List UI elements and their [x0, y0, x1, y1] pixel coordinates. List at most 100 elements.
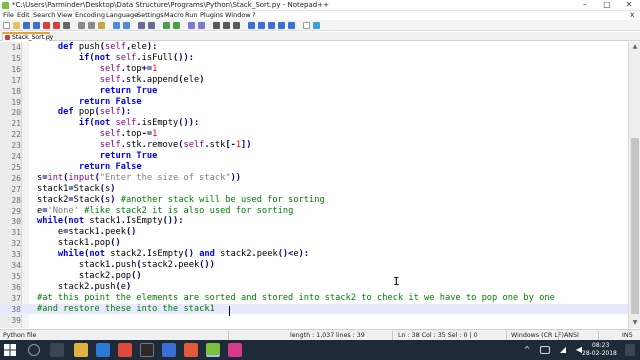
code-line[interactable]: 29 e='None' #like stack2 it is also used … [0, 206, 628, 217]
code-line[interactable]: 32 stack1.pop() [0, 238, 628, 249]
zoom-in-icon[interactable] [163, 22, 170, 29]
sync-horizontal-icon[interactable] [198, 22, 205, 29]
code-text[interactable]: self.stk.remove(self.stk[-1]) [37, 140, 252, 151]
code-line[interactable]: 31 e=stack1.peek() [0, 227, 628, 238]
close-document-icon[interactable]: X [630, 11, 634, 20]
tab-stack-sort[interactable]: Stack_Sort.py [2, 32, 53, 41]
save-all-icon[interactable] [33, 22, 40, 29]
menu-settings[interactable]: Settings [137, 11, 164, 20]
battery-icon[interactable] [540, 346, 550, 354]
menu-macro[interactable]: Macro [164, 11, 184, 20]
menu-run[interactable]: Run [185, 11, 197, 20]
indent-guide-icon[interactable] [233, 22, 240, 29]
code-text[interactable]: stack1=Stack(s) [37, 184, 115, 195]
code-line[interactable]: 39 [0, 315, 628, 326]
code-text[interactable]: def pop(self): [37, 107, 131, 118]
menu-help[interactable]: ? [252, 11, 255, 20]
clock-date[interactable]: 28-02-2018 [582, 350, 617, 358]
clock-time[interactable]: 08:23 [592, 342, 609, 350]
edge-browser-icon[interactable] [96, 343, 110, 357]
code-line[interactable]: 37 #at this point the elements are sorted… [0, 293, 628, 304]
code-line[interactable]: 26 s=int(input("Enter the size of stack")… [0, 173, 628, 184]
close-button[interactable]: ✕ [618, 0, 640, 10]
undo-icon[interactable] [113, 22, 120, 29]
show-all-chars-icon[interactable] [223, 22, 230, 29]
find-icon[interactable] [138, 22, 145, 29]
copy-icon[interactable] [88, 22, 95, 29]
code-line[interactable]: 30 while(not stack1.IsEmpty()): [0, 216, 628, 227]
code-text[interactable]: stack2.pop() [37, 271, 142, 282]
code-line[interactable]: 21 if(not self.isEmpty()): [0, 118, 628, 129]
macro-save-icon[interactable] [288, 22, 295, 29]
powerpoint-icon[interactable] [184, 343, 198, 357]
code-editor[interactable]: 14 def push(self,ele): 15 if(not self.isF… [0, 42, 640, 328]
code-line[interactable]: 14 def push(self,ele): [0, 42, 628, 53]
start-button-windows-icon[interactable] [3, 343, 17, 357]
task-view-icon[interactable] [50, 343, 64, 357]
code-text[interactable]: s=int(input("Enter the size of stack")) [37, 173, 241, 184]
code-line[interactable]: 33 while(not stack2.IsEmpty() and stack2… [0, 249, 628, 260]
code-text[interactable]: e=stack1.peek() [37, 227, 137, 238]
code-text[interactable]: stack2.push(e) [37, 282, 131, 293]
scroll-down-icon[interactable]: ▼ [631, 319, 639, 327]
code-line[interactable]: 17 self.stk.append(ele) [0, 75, 628, 86]
file-explorer-icon[interactable] [74, 343, 88, 357]
code-line[interactable]: 25 return False [0, 162, 628, 173]
macro-play-icon[interactable] [268, 22, 275, 29]
code-text[interactable]: e='None' #like stack2 it is also used fo… [37, 206, 293, 217]
code-text[interactable]: def push(self,ele): [37, 42, 157, 53]
chrome-browser-icon[interactable] [118, 343, 132, 357]
scroll-up-icon[interactable]: ▲ [631, 43, 639, 51]
replace-icon[interactable] [148, 22, 155, 29]
code-text[interactable]: #and restore these into the stack1 [37, 304, 215, 315]
code-line[interactable]: 35 stack2.pop() [0, 271, 628, 282]
vertical-scrollbar[interactable]: ▲ ▼ [628, 42, 640, 328]
code-line[interactable]: 18 return True [0, 86, 628, 97]
code-line[interactable]: 24 return True [0, 151, 628, 162]
paste-icon[interactable] [98, 22, 105, 29]
code-line[interactable]: 15 if(not self.isFull()): [0, 53, 628, 64]
redo-icon[interactable] [123, 22, 130, 29]
command-prompt-icon[interactable] [140, 343, 154, 357]
close-file-icon[interactable] [43, 22, 50, 29]
code-line[interactable]: 23 self.stk.remove(self.stk[-1]) [0, 140, 628, 151]
network-icon[interactable]: ◢ [556, 343, 570, 357]
code-line[interactable]: 38 #and restore these into the stack1 [0, 303, 628, 315]
code-text[interactable]: return True [37, 86, 158, 97]
open-file-icon[interactable] [13, 22, 20, 29]
menu-window[interactable]: Window [225, 11, 251, 20]
menu-view[interactable]: View [57, 11, 72, 20]
code-line[interactable]: 28 stack2=Stack(s) #another stack will be… [0, 195, 628, 206]
code-text[interactable]: return False [37, 162, 142, 173]
zoom-out-icon[interactable] [173, 22, 180, 29]
code-line[interactable]: 34 stack1.push(stack2.peek()) [0, 260, 628, 271]
code-text[interactable]: return True [37, 151, 158, 162]
notifications-icon[interactable] [625, 344, 635, 356]
macro-stop-icon[interactable] [258, 22, 265, 29]
menu-language[interactable]: Language [106, 11, 138, 20]
code-line[interactable]: 36 stack2.push(e) [0, 282, 628, 293]
code-text[interactable]: if(not self.isEmpty()): [37, 118, 199, 129]
tray-chevron-icon[interactable]: ^ [520, 343, 534, 357]
code-text[interactable]: return False [37, 97, 142, 108]
code-lines[interactable]: 14 def push(self,ele): 15 if(not self.isF… [0, 42, 628, 328]
menu-edit[interactable]: Edit [17, 11, 30, 20]
menu-search[interactable]: Search [33, 11, 55, 20]
code-text[interactable]: self.top-=1 [37, 129, 158, 140]
cut-icon[interactable] [78, 22, 85, 29]
code-line[interactable]: 19 return False [0, 97, 628, 108]
code-text[interactable]: if(not self.isFull()): [37, 53, 194, 64]
recorder-app-icon[interactable] [228, 343, 242, 357]
code-text[interactable]: #at this point the elements are sorted a… [37, 293, 555, 304]
menu-file[interactable]: File [3, 11, 14, 20]
save-icon[interactable] [23, 22, 30, 29]
menu-plugins[interactable]: Plugins [200, 11, 223, 20]
code-text[interactable]: stack1.pop() [37, 238, 121, 249]
word-wrap-icon[interactable] [213, 22, 220, 29]
code-line[interactable]: 16 self.top+=1 [0, 64, 628, 75]
macro-record-icon[interactable] [248, 22, 255, 29]
close-all-icon[interactable] [53, 22, 60, 29]
minimize-button[interactable]: – [574, 0, 596, 10]
code-text[interactable]: self.stk.append(ele) [37, 75, 205, 86]
maximize-button[interactable]: □ [596, 0, 618, 10]
